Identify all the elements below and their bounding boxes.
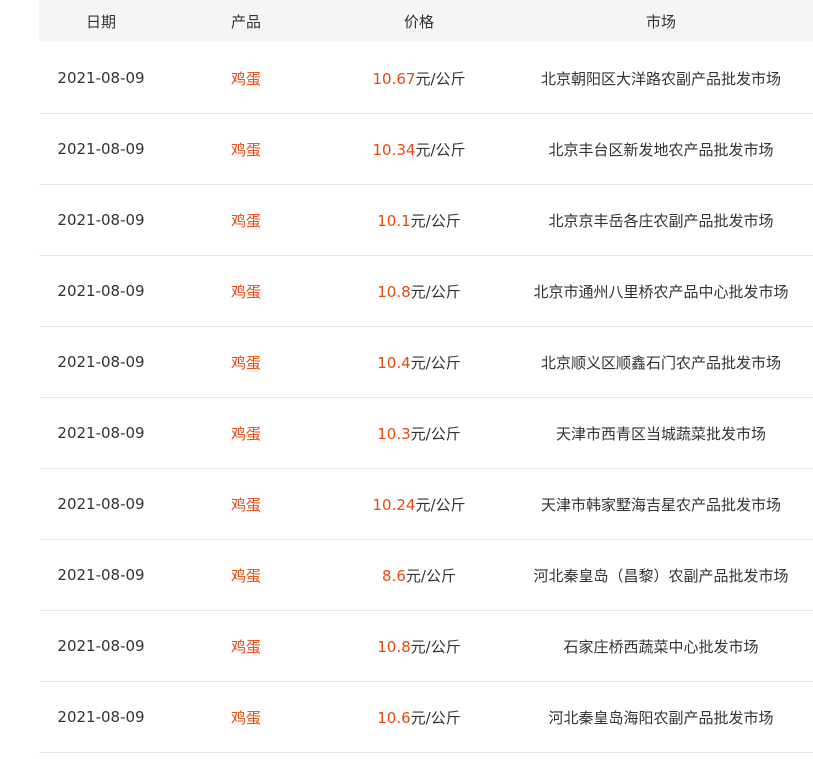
row-product-link[interactable]: 鸡蛋 [163,423,329,444]
price-value: 10.34 [372,140,416,159]
row-product-link[interactable]: 鸡蛋 [163,68,329,89]
row-product-link[interactable]: 鸡蛋 [163,352,329,373]
column-header-price: 价格 [403,12,434,31]
row-date: 2021-08-09 [57,637,145,655]
price-unit: 元/公斤 [405,566,456,585]
table-row: 2021-08-09 鸡蛋 10.1元/公斤 北京京丰岳各庄农副产品批发市场 [39,185,813,256]
price-unit: 元/公斤 [410,637,461,656]
column-header-market: 市场 [645,12,676,31]
table-row: 2021-08-09 鸡蛋 10.8元/公斤 石家庄桥西蔬菜中心批发市场 [39,611,813,682]
row-product-link[interactable]: 鸡蛋 [163,565,329,586]
price-unit: 元/公斤 [415,495,466,514]
row-market: 河北秦皇岛海阳农副产品批发市场 [548,708,774,727]
price-unit: 元/公斤 [410,282,461,301]
row-price: 10.8元/公斤 [329,636,509,657]
price-value: 10.8 [377,637,411,656]
row-date: 2021-08-09 [57,566,145,584]
row-price: 10.4元/公斤 [329,352,509,373]
table-header: 日期 产品 价格 市场 [39,0,813,42]
table-body: 2021-08-09 鸡蛋 10.67元/公斤 北京朝阳区大洋路农副产品批发市场… [39,43,813,753]
price-value: 10.24 [372,495,416,514]
price-unit: 元/公斤 [410,211,461,230]
row-date: 2021-08-09 [57,69,145,87]
price-value: 10.1 [377,211,411,230]
row-date: 2021-08-09 [57,211,145,229]
row-market: 河北秦皇岛（昌黎）农副产品批发市场 [533,566,789,585]
row-market: 石家庄桥西蔬菜中心批发市场 [563,637,759,656]
row-product-link[interactable]: 鸡蛋 [163,139,329,160]
row-market: 北京市通州八里桥农产品中心批发市场 [533,282,789,301]
row-price: 8.6元/公斤 [329,565,509,586]
price-value: 10.8 [377,282,411,301]
row-product-link[interactable]: 鸡蛋 [163,494,329,515]
row-market: 北京朝阳区大洋路农副产品批发市场 [540,69,781,88]
row-product-link[interactable]: 鸡蛋 [163,636,329,657]
row-price: 10.34元/公斤 [329,139,509,160]
row-price: 10.24元/公斤 [329,494,509,515]
price-value: 10.6 [377,708,411,727]
column-header-product: 产品 [230,12,261,31]
row-market: 北京丰台区新发地农产品批发市场 [548,140,774,159]
table-row: 2021-08-09 鸡蛋 10.34元/公斤 北京丰台区新发地农产品批发市场 [39,114,813,185]
row-product-link[interactable]: 鸡蛋 [163,281,329,302]
row-date: 2021-08-09 [57,282,145,300]
column-header-date: 日期 [85,12,116,31]
price-unit: 元/公斤 [410,353,461,372]
table-row: 2021-08-09 鸡蛋 10.67元/公斤 北京朝阳区大洋路农副产品批发市场 [39,43,813,114]
row-product-link[interactable]: 鸡蛋 [163,707,329,728]
row-price: 10.6元/公斤 [329,707,509,728]
row-date: 2021-08-09 [57,140,145,158]
price-value: 10.3 [377,424,411,443]
row-date: 2021-08-09 [57,495,145,513]
row-price: 10.1元/公斤 [329,210,509,231]
price-unit: 元/公斤 [415,69,466,88]
row-price: 10.67元/公斤 [329,68,509,89]
table-row: 2021-08-09 鸡蛋 10.4元/公斤 北京顺义区顺鑫石门农产品批发市场 [39,327,813,398]
row-product-link[interactable]: 鸡蛋 [163,210,329,231]
price-value: 10.67 [372,69,416,88]
price-unit: 元/公斤 [410,708,461,727]
row-market: 天津市西青区当城蔬菜批发市场 [555,424,766,443]
price-value: 10.4 [377,353,411,372]
table-row: 2021-08-09 鸡蛋 10.6元/公斤 河北秦皇岛海阳农副产品批发市场 [39,682,813,753]
table-row: 2021-08-09 鸡蛋 10.3元/公斤 天津市西青区当城蔬菜批发市场 [39,398,813,469]
price-unit: 元/公斤 [410,424,461,443]
row-market: 北京京丰岳各庄农副产品批发市场 [548,211,774,230]
row-date: 2021-08-09 [57,424,145,442]
table-row: 2021-08-09 鸡蛋 10.24元/公斤 天津市韩家墅海吉星农产品批发市场 [39,469,813,540]
row-date: 2021-08-09 [57,353,145,371]
table-row: 2021-08-09 鸡蛋 10.8元/公斤 北京市通州八里桥农产品中心批发市场 [39,256,813,327]
table-row: 2021-08-09 鸡蛋 8.6元/公斤 河北秦皇岛（昌黎）农副产品批发市场 [39,540,813,611]
row-market: 北京顺义区顺鑫石门农产品批发市场 [540,353,781,372]
row-price: 10.3元/公斤 [329,423,509,444]
row-date: 2021-08-09 [57,708,145,726]
price-value: 8.6 [382,566,406,585]
row-price: 10.8元/公斤 [329,281,509,302]
row-market: 天津市韩家墅海吉星农产品批发市场 [540,495,781,514]
price-unit: 元/公斤 [415,140,466,159]
price-table: 日期 产品 价格 市场 2021-08-09 鸡蛋 10.67元/公斤 北京朝阳… [39,0,813,753]
